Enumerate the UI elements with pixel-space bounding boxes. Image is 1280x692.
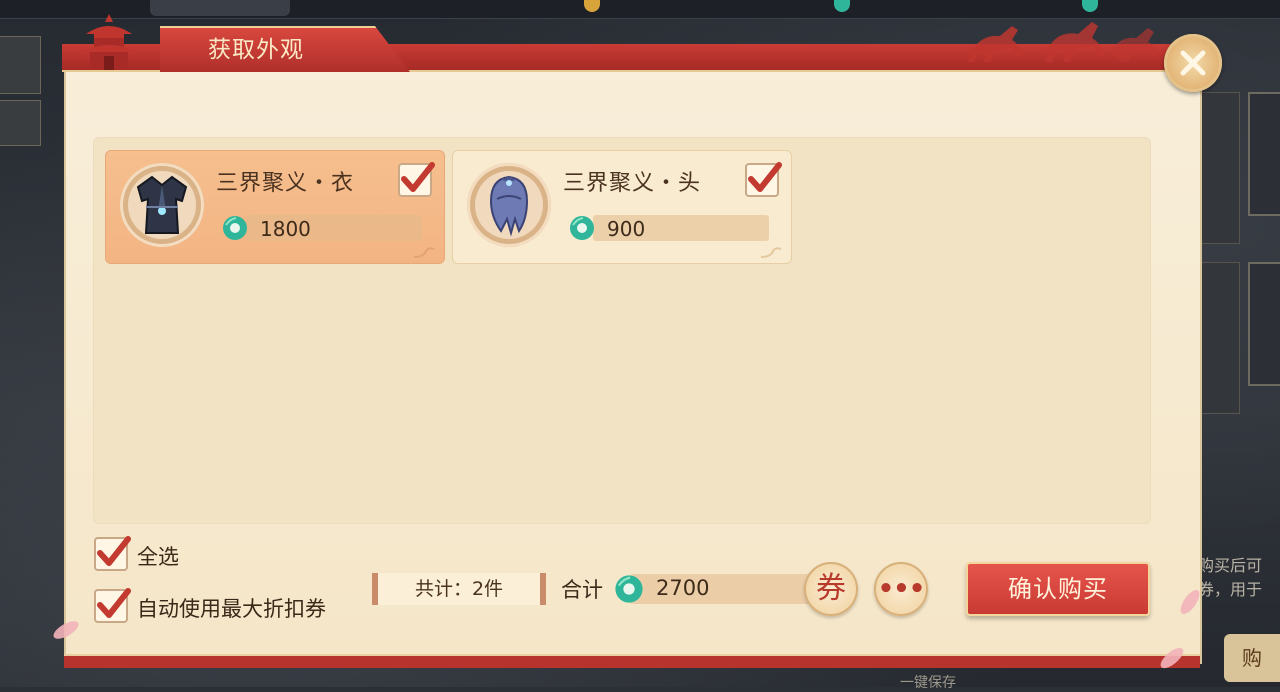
item-name: 三界聚义・头 (563, 171, 702, 196)
background-side-text: 券，用于 (1198, 580, 1263, 599)
item-checkbox[interactable] (745, 162, 782, 197)
pagoda-icon (80, 14, 138, 70)
item-price: 900 (607, 217, 646, 241)
coupon-button[interactable]: 券 (804, 562, 858, 616)
more-icon: ••• (877, 574, 926, 604)
checkmark-icon (97, 588, 131, 618)
close-button[interactable] (1164, 34, 1222, 92)
corner-ornament-icon (760, 247, 782, 258)
auto-coupon-label: 自动使用最大折扣券 (137, 597, 326, 621)
background-save-text: 一键保存 (900, 675, 956, 691)
background-side-text: 购买后可 (1198, 556, 1263, 575)
galloping-horses-icon (968, 22, 1158, 62)
dialog-title: 获取外观 (208, 37, 304, 63)
total-label: 合计 (561, 578, 603, 602)
item-card-robe[interactable]: 三界聚义・衣 1800 (105, 150, 445, 264)
item-price: 1800 (260, 217, 311, 241)
checkmark-icon (97, 536, 131, 566)
more-button[interactable]: ••• (874, 562, 928, 616)
coupon-label: 券 (816, 571, 846, 606)
background-costume-tile (1198, 92, 1240, 244)
checkmark-icon (401, 162, 435, 192)
checkmark-icon (748, 162, 782, 192)
dialog-bottom-border (64, 654, 1200, 668)
select-all-checkbox[interactable] (94, 536, 131, 571)
background-side-button (0, 100, 41, 146)
jade-coin-icon (223, 216, 247, 240)
total-price: 2700 (656, 576, 710, 600)
item-card-headwear[interactable]: 三界聚义・头 900 (452, 150, 792, 264)
jade-coin-icon (570, 216, 594, 240)
item-icon-frame (467, 163, 551, 247)
background-tab (150, 0, 290, 16)
corner-ornament-icon (413, 247, 435, 258)
select-all-label: 全选 (137, 545, 179, 569)
background-costume-card (1248, 262, 1280, 386)
auto-coupon-checkbox[interactable] (94, 588, 131, 623)
item-checkbox[interactable] (398, 162, 435, 197)
close-icon (1180, 50, 1206, 76)
item-name: 三界聚义・衣 (216, 171, 355, 196)
background-costume-card (1248, 92, 1280, 216)
background-side-button (0, 36, 41, 94)
background-costume-tile (1198, 262, 1240, 414)
robe-costume-icon (136, 175, 188, 234)
background-buy-button: 购 (1224, 634, 1280, 682)
confirm-purchase-button[interactable]: 确认购买 (966, 562, 1150, 616)
jade-coin-icon (615, 575, 643, 603)
item-count: 共计：2件 (372, 573, 546, 605)
hair-costume-icon (489, 175, 529, 237)
item-icon-frame (120, 163, 204, 247)
